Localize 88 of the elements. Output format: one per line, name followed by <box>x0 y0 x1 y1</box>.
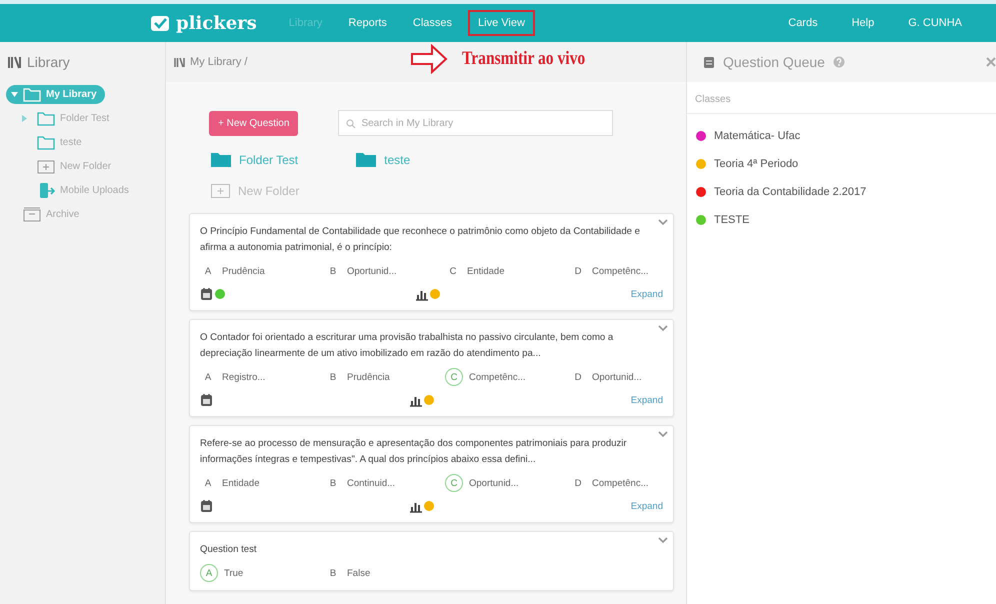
answer-letter: B <box>328 264 338 278</box>
sidebar-item[interactable]: New Folder <box>33 156 120 176</box>
library-icon <box>8 55 22 69</box>
help-icon[interactable] <box>832 56 845 68</box>
nav-tab[interactable]: Live View <box>468 10 535 36</box>
answer-letter: C <box>448 264 458 278</box>
class-item[interactable]: Teoria 4ª Periodo <box>687 150 996 178</box>
chevron-down-icon[interactable] <box>658 325 668 331</box>
question-text: O Contador foi orientado a escriturar uma provisão trabalhista no passivo circulante, bem como a depreciação linearmente de um ativo imobilizado em razão do atendimento pa... <box>200 331 614 361</box>
nav-link[interactable]: G. CUNHA <box>908 17 962 29</box>
folder-icon <box>23 86 41 102</box>
answer-text: Competênc... <box>592 478 648 488</box>
question-text: O Princípio Fundamental de Contabilidade que reconhece o patrimônio como objeto da Contabilidade e afirma a autonomia patrimonial, é o princípio: <box>200 225 641 255</box>
class-item[interactable]: TESTE <box>687 206 996 234</box>
section-label: Classes <box>687 82 996 114</box>
class-name: TESTE <box>714 214 750 226</box>
class-name: Teoria da Contabilidade 2.2017 <box>714 186 866 198</box>
correct-answer-letter: C <box>445 474 463 492</box>
sidebar-item[interactable]: teste <box>33 132 90 152</box>
folder-icon <box>37 110 55 126</box>
answer-text: Competênc... <box>592 266 648 276</box>
breadcrumb: My Library / <box>190 56 248 68</box>
nav-link[interactable]: Help <box>852 17 874 29</box>
answer-text: Prudência <box>347 372 390 382</box>
add-folder-icon <box>37 158 55 174</box>
answer-text: False <box>347 568 370 578</box>
app-logo: plickers <box>176 12 257 34</box>
logo-icon <box>150 14 170 32</box>
nav-tab[interactable]: Reports <box>338 10 397 36</box>
question-text: Question test <box>200 543 258 557</box>
answer-letter: D <box>574 264 582 278</box>
class-item[interactable]: Teoria da Contabilidade 2.2017 <box>687 178 996 206</box>
correct-answer-letter: C <box>445 368 463 386</box>
correct-answer-letter: A <box>200 564 218 582</box>
nav-link[interactable]: Cards <box>788 17 818 29</box>
question-text: Refere-se ao processo de mensuração e apresentação dos componentes patrimoniais para produzir informações íntegras e tempestivas". A qual dos princípios abaixo essa defini... <box>200 437 628 467</box>
expand-link[interactable]: Expand <box>630 394 664 406</box>
folder-icon <box>211 152 231 167</box>
add-folder-icon <box>211 183 230 199</box>
sidebar-item[interactable]: Folder Test <box>33 108 118 128</box>
caret-right-icon[interactable] <box>20 114 28 122</box>
answer-letter: A <box>204 476 212 490</box>
answer-text: Competênc... <box>469 372 526 382</box>
search-field[interactable]: Search in My Library <box>338 110 614 136</box>
new-question-button[interactable]: + New Question <box>209 110 298 136</box>
answer-text: Registro... <box>222 372 266 382</box>
tray-icon <box>23 206 41 222</box>
search-icon <box>346 119 356 129</box>
answer-text: Entidade <box>467 266 505 276</box>
class-name: Matemática- Ufac <box>714 130 800 142</box>
answer-letter: D <box>574 476 582 490</box>
sidebar-item[interactable]: My Library <box>6 84 105 104</box>
answer-letter: D <box>574 370 582 384</box>
sidebar-item[interactable]: Archive <box>19 204 88 224</box>
class-name: Teoria 4ª Periodo <box>714 158 798 170</box>
chevron-down-icon[interactable] <box>658 537 668 543</box>
folder-icon <box>356 152 376 167</box>
answer-text: Oportunid... <box>592 372 642 382</box>
close-icon[interactable] <box>986 57 996 67</box>
phone-icon <box>37 182 55 198</box>
sidebar-item[interactable]: Mobile Uploads <box>33 180 137 200</box>
chevron-down-icon[interactable] <box>658 219 668 225</box>
new-folder-button[interactable]: New Folder <box>211 183 674 199</box>
caret-down-icon[interactable] <box>10 90 18 98</box>
answer-text: Entidade <box>222 478 260 488</box>
sidebar-title: Library <box>27 54 70 70</box>
panel-title: Question Queue <box>723 54 825 70</box>
answer-letter: B <box>328 476 338 490</box>
annotation-caption: Transmitir ao vivo <box>462 48 586 70</box>
expand-link[interactable]: Expand <box>630 288 664 300</box>
folder-icon <box>37 134 55 150</box>
folder-item[interactable]: teste <box>356 152 410 167</box>
answer-text: Oportunid... <box>347 266 397 276</box>
answer-letter: A <box>204 370 212 384</box>
answer-letter: B <box>328 370 338 384</box>
chevron-down-icon[interactable] <box>658 431 668 437</box>
answer-text: Oportunid... <box>469 478 519 488</box>
folder-item[interactable]: Folder Test <box>211 152 298 167</box>
class-item[interactable]: Matemática- Ufac <box>687 122 996 150</box>
nav-tab[interactable]: Classes <box>402 10 462 36</box>
answer-text: Continuid... <box>347 478 396 488</box>
answer-letter: B <box>328 566 338 580</box>
answer-text: True <box>224 568 244 578</box>
expand-link[interactable]: Expand <box>630 500 664 512</box>
answer-letter: A <box>204 264 212 278</box>
arrow-icon <box>410 44 448 74</box>
answer-text: Prudência <box>222 266 265 276</box>
library-icon <box>174 56 185 68</box>
